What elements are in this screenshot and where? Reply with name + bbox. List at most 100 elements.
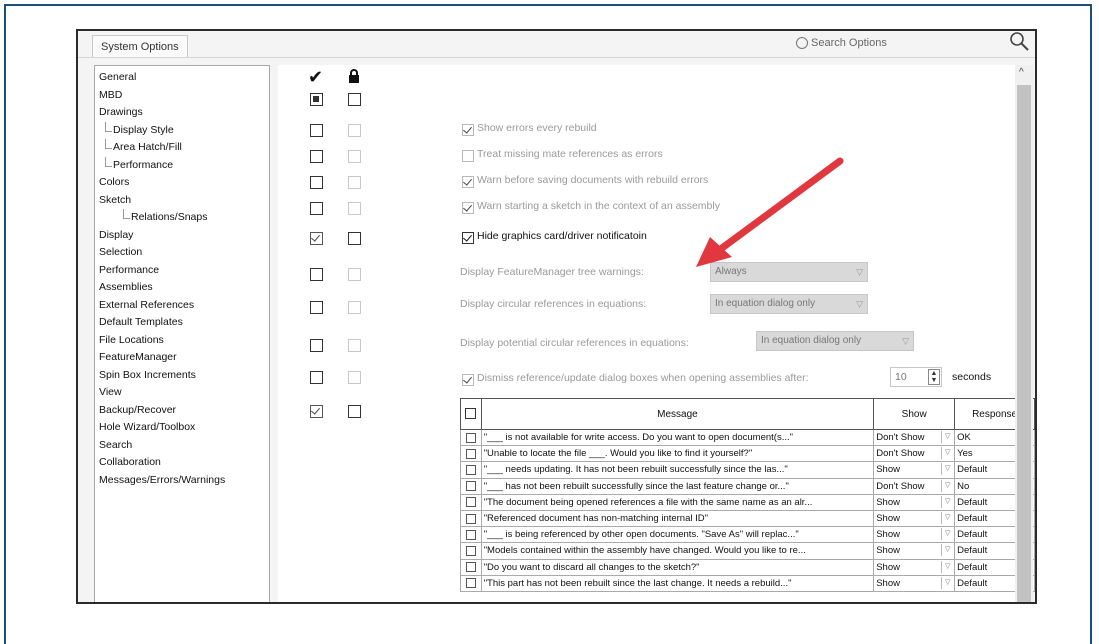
show-dropdown[interactable]: Don't Show ▽ (873, 428, 956, 447)
table-row[interactable]: "___ is being referenced by other open d… (460, 526, 1035, 544)
warn-saving-checkbox[interactable] (462, 176, 474, 188)
hide-graphics-label: Hide graphics card/driver notificatoin (477, 230, 647, 242)
row-warn-saving-lock[interactable] (348, 176, 361, 189)
row-checkbox-cell[interactable] (460, 461, 482, 479)
tree-item[interactable]: Colors (95, 174, 269, 192)
show-header[interactable]: Show (873, 398, 956, 430)
row-messages-lock[interactable] (348, 405, 361, 418)
tree-item[interactable]: Hole Wizard/Toolbox (95, 419, 269, 437)
show-dropdown[interactable]: Show ▽ (873, 493, 956, 511)
row-messages-apply[interactable] (310, 405, 323, 418)
show-dropdown[interactable]: Show ▽ (873, 574, 956, 592)
tree-item[interactable]: Sketch (95, 192, 269, 210)
tree-item[interactable]: Assemblies (95, 279, 269, 297)
row-checkbox-cell[interactable] (460, 493, 482, 511)
tree-item[interactable]: Backup/Recover (95, 402, 269, 420)
tree-item[interactable]: Drawings (95, 104, 269, 122)
lock-all-checkbox[interactable] (348, 93, 361, 106)
vertical-scrollbar[interactable]: ^ (1015, 65, 1033, 602)
table-row[interactable]: "The document being opened references a … (460, 493, 1035, 511)
tree-item[interactable]: Relations/Snaps (95, 209, 269, 227)
row-checkbox-cell[interactable] (460, 574, 482, 592)
row-show-errors-lock[interactable] (348, 124, 361, 137)
row-checkbox-cell[interactable] (460, 477, 482, 495)
tree-item[interactable]: Collaboration (95, 454, 269, 472)
row-dismiss-lock[interactable] (348, 371, 361, 384)
tree-item[interactable]: Performance (95, 262, 269, 280)
row-circular-lock[interactable] (348, 301, 361, 314)
row-checkbox-cell[interactable] (460, 445, 482, 463)
row-warn-sketch-lock[interactable] (348, 202, 361, 215)
tree-item[interactable]: Area Hatch/Fill (95, 139, 269, 157)
tree-item[interactable]: Display (95, 227, 269, 245)
row-circular-apply[interactable] (310, 301, 323, 314)
row-show-errors-apply[interactable] (310, 124, 323, 137)
table-row[interactable]: "Unable to locate the file ___. Would yo… (460, 445, 1035, 463)
message-cell: "Unable to locate the file ___. Would yo… (480, 445, 875, 463)
row-checkbox-cell[interactable] (460, 509, 482, 528)
tree-item[interactable]: FeatureManager (95, 349, 269, 367)
row-dismiss-apply[interactable] (310, 371, 323, 384)
row-fm-warnings-lock[interactable] (348, 268, 361, 281)
table-row[interactable]: "Referenced document has non-matching in… (460, 509, 1035, 528)
row-hide-graphics-apply[interactable] (310, 232, 323, 245)
row-checkbox-cell[interactable] (460, 558, 482, 576)
search-options-field[interactable]: Search Options (796, 33, 1016, 53)
circular-refs-dropdown[interactable]: In equation dialog only ▽ (710, 294, 868, 314)
search-icon[interactable] (1008, 30, 1030, 52)
row-warn-sketch-apply[interactable] (310, 202, 323, 215)
show-dropdown[interactable]: Don't Show ▽ (873, 445, 956, 463)
table-row[interactable]: "Do you want to discard all changes to t… (460, 558, 1035, 576)
row-checkbox-cell[interactable] (460, 542, 482, 560)
show-errors-checkbox[interactable] (462, 124, 474, 136)
table-row[interactable]: "___ needs updating. It has not been reb… (460, 461, 1035, 479)
row-checkbox-cell[interactable] (460, 526, 482, 544)
dismiss-seconds-spinner[interactable]: 10 ▲ ▼ (890, 367, 942, 387)
table-row[interactable]: "___ is not available for write access. … (460, 428, 1035, 447)
tree-item[interactable]: Selection (95, 244, 269, 262)
row-hide-graphics-lock[interactable] (348, 232, 361, 245)
row-warn-saving-apply[interactable] (310, 176, 323, 189)
row-checkbox-cell[interactable] (460, 428, 482, 447)
tree-item[interactable]: Spin Box Increments (95, 367, 269, 385)
tree-item[interactable]: Display Style (95, 121, 269, 140)
row-treat-missing-apply[interactable] (310, 150, 323, 163)
treat-missing-checkbox[interactable] (462, 150, 474, 162)
warn-sketch-checkbox[interactable] (462, 202, 474, 214)
row-treat-missing-lock[interactable] (348, 150, 361, 163)
select-all-checkbox (465, 408, 477, 420)
show-dropdown[interactable]: Show ▽ (873, 542, 956, 560)
dismiss-checkbox[interactable] (462, 374, 474, 386)
warn-sketch-label: Warn starting a sketch in the context of… (477, 200, 720, 212)
potential-circular-dropdown[interactable]: In equation dialog only ▽ (756, 331, 914, 351)
show-dropdown[interactable]: Show ▽ (873, 461, 956, 479)
message-cell: "___ needs updating. It has not been reb… (480, 461, 875, 479)
table-row[interactable]: "Models contained within the assembly ha… (460, 542, 1035, 560)
tree-item[interactable]: Messages/Errors/Warnings (95, 472, 269, 490)
apply-all-checkbox[interactable] (310, 93, 323, 106)
hide-graphics-checkbox[interactable] (462, 232, 474, 244)
tab-system-options[interactable]: System Options (92, 35, 188, 58)
message-header[interactable]: Message (480, 398, 875, 430)
row-potential-lock[interactable] (348, 339, 361, 352)
tree-item[interactable]: View (95, 384, 269, 402)
show-dropdown[interactable]: Show ▽ (873, 526, 956, 544)
tree-item[interactable]: General (95, 69, 269, 87)
tree-item[interactable]: Search (95, 437, 269, 455)
row-fm-warnings-apply[interactable] (310, 268, 323, 281)
tree-item[interactable]: Default Templates (95, 314, 269, 332)
show-dropdown[interactable]: Show ▽ (873, 509, 956, 528)
search-placeholder: Search Options (811, 37, 887, 49)
scrollbar-thumb[interactable] (1017, 85, 1031, 602)
show-dropdown[interactable]: Show ▽ (873, 558, 956, 576)
table-row[interactable]: "This part has not been rebuilt since th… (460, 574, 1035, 592)
select-all-cell[interactable] (460, 398, 482, 430)
tree-item[interactable]: MBD (95, 87, 269, 105)
tree-item[interactable]: File Locations (95, 332, 269, 350)
tree-item[interactable]: Performance (95, 156, 269, 175)
table-row[interactable]: "___ has not been rebuilt successfully s… (460, 477, 1035, 495)
row-potential-apply[interactable] (310, 339, 323, 352)
tree-item[interactable]: External References (95, 297, 269, 315)
show-dropdown[interactable]: Don't Show ▽ (873, 477, 956, 495)
row-checkbox (465, 497, 476, 508)
